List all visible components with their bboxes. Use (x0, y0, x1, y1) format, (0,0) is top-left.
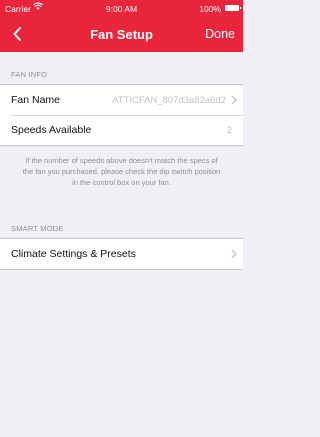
dip-switch-note: If the number of speeds above doesn't ma… (22, 156, 221, 187)
speeds-available-value: 2 (226, 124, 232, 136)
done-button[interactable]: Done (205, 27, 235, 41)
smart-mode-group: Climate Settings & Presets (0, 238, 243, 270)
fan-info-group: Fan Name ATTICFAN_807d3a82a6d2 Speeds Av… (0, 84, 243, 146)
fan-name-label: Fan Name (11, 94, 61, 106)
climate-settings-label: Climate Settings & Presets (11, 248, 136, 260)
battery-percentage: 100% (199, 4, 221, 14)
speeds-available-row: Speeds Available 2 (0, 115, 243, 145)
fan-name-value: ATTICFAN_807d3a82a6d2 (112, 94, 226, 106)
header-bar: Carrier 9:00 AM 100% Fan Setup Done (0, 0, 243, 52)
status-bar: Carrier 9:00 AM 100% (0, 0, 243, 17)
fan-info-section-header: FAN INFO (11, 70, 48, 79)
climate-settings-row[interactable]: Climate Settings & Presets (0, 239, 243, 269)
speeds-available-label: Speeds Available (11, 124, 92, 136)
smart-mode-section-header: SMART MODE (11, 224, 64, 233)
fan-name-row[interactable]: Fan Name ATTICFAN_807d3a82a6d2 (0, 85, 243, 115)
chevron-right-icon (231, 95, 238, 105)
battery-icon (225, 5, 241, 11)
chevron-right-icon (231, 249, 238, 259)
navigation-bar: Fan Setup Done (0, 19, 243, 51)
